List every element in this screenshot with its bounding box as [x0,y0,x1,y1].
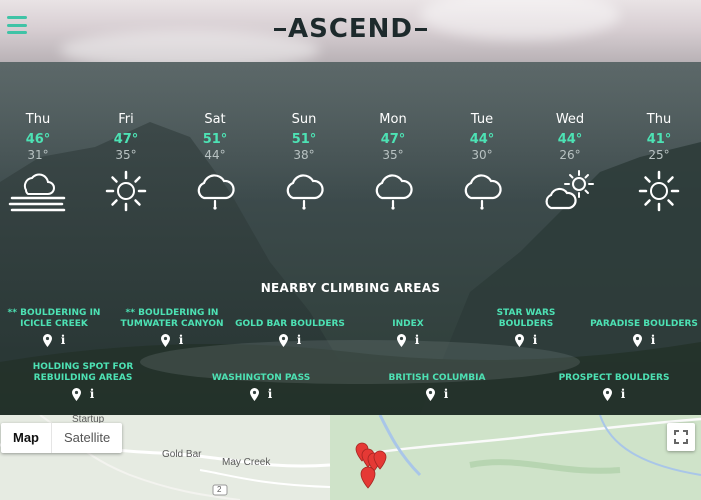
map-type-toggle: Map Satellite [1,423,123,453]
info-icon[interactable]: i [415,334,420,349]
map-type-map-button[interactable]: Map [1,423,51,453]
info-icon[interactable]: i [621,388,626,403]
forecast-day: Thu 46° 31° [0,112,78,212]
map-pin-icon[interactable] [71,388,81,403]
logo[interactable]: ASCEND [0,14,701,44]
map-view[interactable]: Startup Gold Bar May Creek 2 Map Satelli… [0,415,701,500]
info-icon[interactable]: i [533,334,538,349]
low-temp: 38° [293,148,315,162]
climbing-area-washington-pass[interactable]: WASHINGTON PASS i [191,373,331,403]
low-temp: 25° [648,148,670,162]
map-pin-icon[interactable] [160,334,170,349]
area-name: BRITISH COLUMBIA [367,373,507,384]
climbing-area-british-columbia[interactable]: BRITISH COLUMBIA i [367,373,507,403]
info-icon[interactable]: i [444,388,449,403]
area-name-line: REBUILDING AREAS [33,373,133,383]
day-name: Fri [118,112,134,127]
high-temp: 51° [291,132,317,147]
info-icon[interactable]: i [179,334,184,349]
logo-text: ASCEND [287,14,414,44]
low-temp: 44° [204,148,226,162]
map-pin-icon[interactable] [602,388,612,403]
map-pin-icon[interactable] [278,334,288,349]
day-name: Thu [25,112,51,127]
forecast-day: Wed 44° 26° [530,112,610,212]
forecast-day: Thu 41° 25° [619,112,699,212]
low-temp: 31° [27,148,49,162]
info-icon[interactable]: i [651,334,656,349]
forecast-day: Mon 47° 35° [353,112,433,212]
high-temp: 41° [646,132,672,147]
area-name: PARADISE BOULDERS [574,319,701,330]
high-temp: 51° [202,132,228,147]
map-pin-icon[interactable] [632,334,642,349]
forecast-day: Sat 51° 44° [175,112,255,212]
area-name: WASHINGTON PASS [191,373,331,384]
area-name: HOLDING SPOT FOR REBUILDING AREAS [13,362,153,384]
area-name-line: PARADISE BOULDERS [590,319,698,329]
area-name-line: WASHINGTON PASS [211,373,311,383]
day-name: Tue [470,112,494,127]
low-temp: 35° [115,148,137,162]
high-temp: 46° [25,132,51,147]
climbing-area-paradise-boulders[interactable]: PARADISE BOULDERS i [574,319,701,349]
route-shield-label: 2 [217,485,222,494]
map-pin-icon[interactable] [249,388,259,403]
logo-dash-right [415,28,428,31]
map-label-gold-bar: Gold Bar [162,449,202,460]
high-temp: 44° [557,132,583,147]
low-temp: 26° [559,148,581,162]
area-name-line: BRITISH COLUMBIA [388,373,486,383]
high-temp: 44° [469,132,495,147]
info-icon[interactable]: i [90,388,95,403]
day-name: Thu [646,112,672,127]
info-icon[interactable]: i [297,334,302,349]
area-name: PROSPECT BOULDERS [544,373,684,384]
area-name-line: PROSPECT BOULDERS [558,373,670,383]
fog-icon [8,173,66,212]
sun-icon [638,170,680,212]
high-temp: 47° [380,132,406,147]
low-temp: 35° [382,148,404,162]
day-name: Mon [379,112,407,127]
weather-forecast: Thu 46° 31° Fri 47° 35° Sat 51° 44° Sun … [0,112,701,212]
info-icon[interactable]: i [61,334,66,349]
high-temp: 47° [113,132,139,147]
day-name: Sun [291,112,317,127]
rain-cloud-icon [197,174,235,210]
rain-cloud-icon [464,174,502,210]
area-name-line: STAR WARS [496,308,556,318]
day-name: Wed [555,112,585,127]
logo-dash-left [273,28,286,31]
hero-panel: Thu 46° 31° Fri 47° 35° Sat 51° 44° Sun … [0,62,701,415]
map-pin-icon[interactable] [396,334,406,349]
rain-cloud-icon [375,174,413,210]
rain-cloud-icon [286,174,324,210]
low-temp: 30° [471,148,493,162]
forecast-day: Sun 51° 38° [264,112,344,212]
partly-cloudy-icon [545,170,594,210]
forecast-day: Fri 47° 35° [86,112,166,212]
area-name-line: HOLDING SPOT FOR [32,362,134,372]
map-label-may-creek: May Creek [222,457,271,468]
info-icon[interactable]: i [268,388,273,403]
map-pin-icon[interactable] [42,334,52,349]
header: ASCEND [0,0,701,62]
forecast-day: Tue 44° 30° [442,112,522,212]
climbing-area-prospect-boulders[interactable]: PROSPECT BOULDERS i [544,373,684,403]
map-pin-icon[interactable] [514,334,524,349]
climbing-area-holding-spot[interactable]: HOLDING SPOT FOR REBUILDING AREAS i [13,362,153,403]
map-pin-icon[interactable] [425,388,435,403]
day-name: Sat [204,112,226,127]
sun-icon [105,170,147,212]
fullscreen-icon[interactable] [667,423,695,451]
map-type-satellite-button[interactable]: Satellite [51,423,122,453]
nearby-areas-title: NEARBY CLIMBING AREAS [260,281,441,295]
area-name-line: ** BOULDERING IN [125,308,219,318]
